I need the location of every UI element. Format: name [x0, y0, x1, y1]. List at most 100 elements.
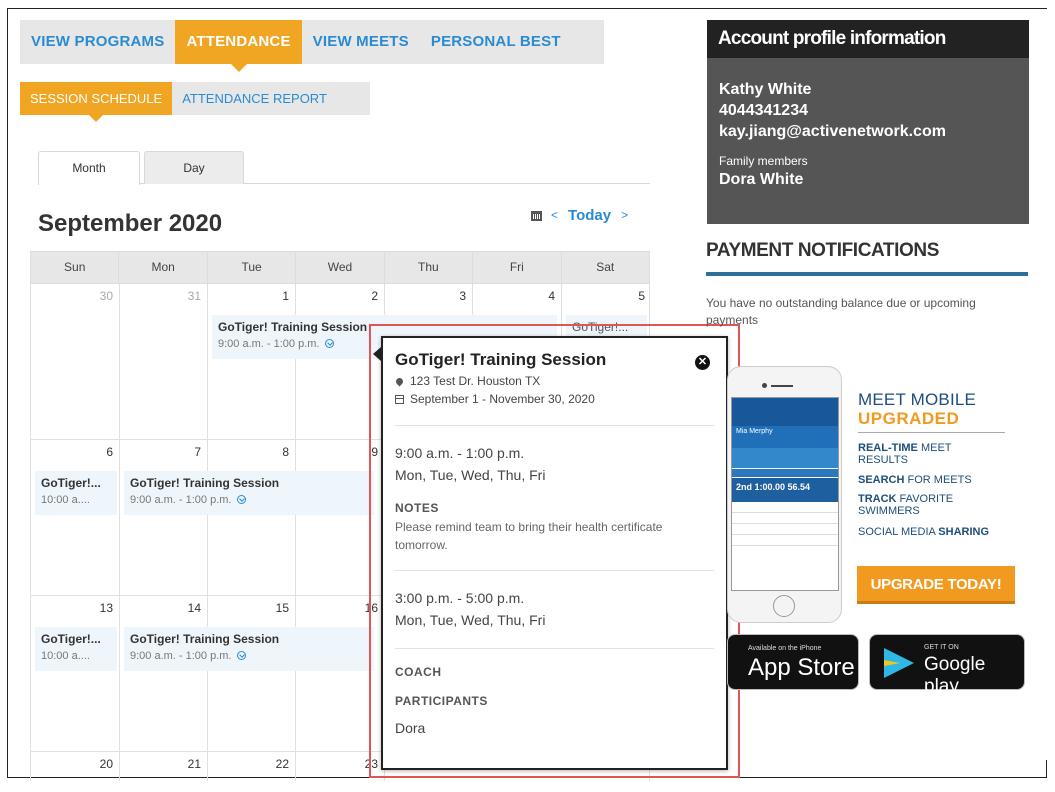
calendar-day-cell[interactable]: 20: [31, 752, 120, 781]
phone-speaker: [771, 385, 793, 387]
calendar-day-cell[interactable]: 22: [208, 752, 296, 781]
event-time: 9:00 a.m. - 1:00 p.m.: [130, 650, 368, 662]
weekday-sat: Sat: [596, 260, 615, 274]
day-number: 4: [548, 289, 555, 303]
participant-name: Dora: [395, 720, 426, 736]
calendar-icon: [395, 394, 404, 404]
expand-icon[interactable]: [236, 651, 246, 660]
expand-icon[interactable]: [236, 495, 246, 504]
today-button[interactable]: Today: [568, 207, 611, 224]
calendar-day-cell[interactable]: 7: [120, 440, 208, 595]
prev-month-button[interactable]: <: [551, 208, 558, 222]
day-number: 8: [282, 445, 289, 459]
phone-screen: Mia Merphy 2nd 1:00.00 56.54: [731, 397, 839, 591]
event-title: GoTiger!...: [41, 476, 101, 490]
nav-view-meets[interactable]: VIEW MEETS: [302, 20, 420, 64]
day-number: 20: [99, 757, 113, 771]
schedule-time: 9:00 a.m. - 1:00 p.m.: [395, 445, 525, 461]
calendar-controls: < Today >: [530, 205, 628, 225]
account-email: kay.jiang@activenetwork.com: [719, 123, 946, 140]
popup-address: 123 Test Dr. Houston TX: [394, 374, 714, 388]
nav-view-programs[interactable]: VIEW PROGRAMS: [20, 20, 175, 64]
payment-message: You have no outstanding balance due or u…: [706, 296, 976, 327]
event-title: GoTiger! Training Session: [130, 632, 280, 646]
next-month-button[interactable]: >: [621, 208, 628, 222]
month-title: September 2020: [38, 210, 223, 237]
schedule-days: Mon, Tue, Wed, Thu, Fri: [395, 467, 546, 483]
phone-screen-line: [732, 524, 838, 535]
phone-screen-line: [732, 513, 838, 524]
payment-divider: [706, 272, 1028, 276]
calendar-day-cell[interactable]: 30: [31, 284, 120, 439]
promo-upgraded: UPGRADED: [858, 409, 960, 428]
event-time: 10:00 a....: [41, 494, 90, 506]
weekday-sun: Sun: [31, 252, 120, 283]
expand-icon[interactable]: [324, 339, 334, 348]
account-profile-panel: Account profile information Kathy White …: [707, 20, 1029, 224]
day-number: 2: [371, 289, 378, 303]
promo-title: MEET MOBILE: [858, 390, 977, 409]
frame-left-border: [7, 8, 8, 778]
frame-right-mark: [1046, 760, 1047, 778]
popup-title: GoTiger! Training Session: [395, 350, 607, 369]
day-number: 30: [99, 289, 113, 303]
tab-month[interactable]: Month: [38, 151, 140, 185]
calendar-day-cell[interactable]: 6: [31, 440, 120, 595]
sub-nav: SESSION SCHEDULE ATTENDANCE REPORT: [20, 82, 370, 122]
day-number: 21: [187, 757, 201, 771]
tab-day[interactable]: Day: [144, 151, 244, 184]
calendar-day-cell[interactable]: 1: [208, 284, 296, 439]
promo-feature: REAL-TIME MEET RESULTS: [858, 442, 952, 466]
calendar-day-cell[interactable]: 13: [31, 596, 120, 751]
calendar-day-cell[interactable]: 15: [208, 596, 296, 751]
weekday-tue: Tue: [208, 252, 297, 283]
event-training-session[interactable]: GoTiger!... 10:00 a....: [35, 627, 117, 671]
weekday-mon: Mon: [119, 252, 208, 283]
phone-screen-header: [732, 398, 838, 426]
participants-label: PARTICIPANTS: [395, 694, 488, 708]
subnav-session-schedule[interactable]: SESSION SCHEDULE: [20, 82, 173, 122]
calendar-day-cell[interactable]: 31: [120, 284, 208, 439]
location-pin-icon: [394, 376, 405, 386]
calendar-weekday-header: Sun Mon Tue Wed Thu Fri Sat: [30, 251, 650, 284]
close-icon[interactable]: ✕: [695, 355, 710, 370]
nav-attendance[interactable]: ATTENDANCE: [175, 20, 302, 72]
weekday-thu: Thu: [385, 252, 474, 283]
phone-screen-band: [732, 448, 838, 468]
promo-feature: SOCIAL MEDIA SHARING: [858, 526, 990, 538]
app-store-small-text: Available on the iPhone: [748, 645, 822, 652]
phone-camera: [762, 383, 767, 388]
calendar-day-cell[interactable]: 21: [120, 752, 208, 781]
event-detail-popup: GoTiger! Training Session ✕ 123 Test Dr.…: [381, 336, 728, 770]
phone-screen-line: [732, 535, 838, 546]
calendar-icon[interactable]: [530, 209, 544, 222]
google-play-button[interactable]: GET IT ON Google play: [869, 634, 1025, 697]
nav-personal-best[interactable]: PERSONAL BEST: [420, 20, 572, 64]
google-play-label: Google play: [924, 654, 986, 697]
calendar-day-cell[interactable]: 14: [120, 596, 208, 751]
promo-feature: TRACK FAVORITE SWIMMERS: [858, 493, 954, 517]
account-name: Kathy White: [719, 81, 812, 98]
schedule-days: Mon, Tue, Wed, Thu, Fri: [395, 612, 546, 628]
phone-home-button: [773, 595, 795, 617]
day-number: 6: [106, 445, 113, 459]
day-number: 1: [282, 289, 289, 303]
event-training-session[interactable]: GoTiger! Training Session 9:00 a.m. - 1:…: [124, 627, 374, 671]
popup-dates: September 1 - November 30, 2020: [395, 392, 714, 406]
view-tabs: Month Day: [38, 151, 650, 185]
phone-screen-row: [732, 469, 838, 477]
day-number: 5: [638, 289, 645, 303]
frame-top-border: [7, 8, 1047, 9]
event-training-session[interactable]: GoTiger!... 10:00 a....: [35, 471, 117, 515]
event-training-session[interactable]: GoTiger! Training Session 9:00 a.m. - 1:…: [124, 471, 374, 515]
day-number: 3: [459, 289, 466, 303]
day-number: 31: [187, 289, 201, 303]
app-store-button[interactable]: Available on the iPhone App Store: [727, 634, 859, 690]
phone-image: Mia Merphy 2nd 1:00.00 56.54: [727, 366, 842, 623]
upgrade-today-button[interactable]: UPGRADE TODAY!: [857, 566, 1015, 604]
promo-feature: SEARCH FOR MEETS: [858, 474, 972, 486]
google-play-small-text: GET IT ON: [924, 644, 959, 651]
calendar-day-cell[interactable]: 8: [208, 440, 296, 595]
subnav-attendance-report[interactable]: ATTENDANCE REPORT: [172, 82, 337, 115]
event-time: 9:00 a.m. - 1:00 p.m.: [130, 494, 368, 506]
